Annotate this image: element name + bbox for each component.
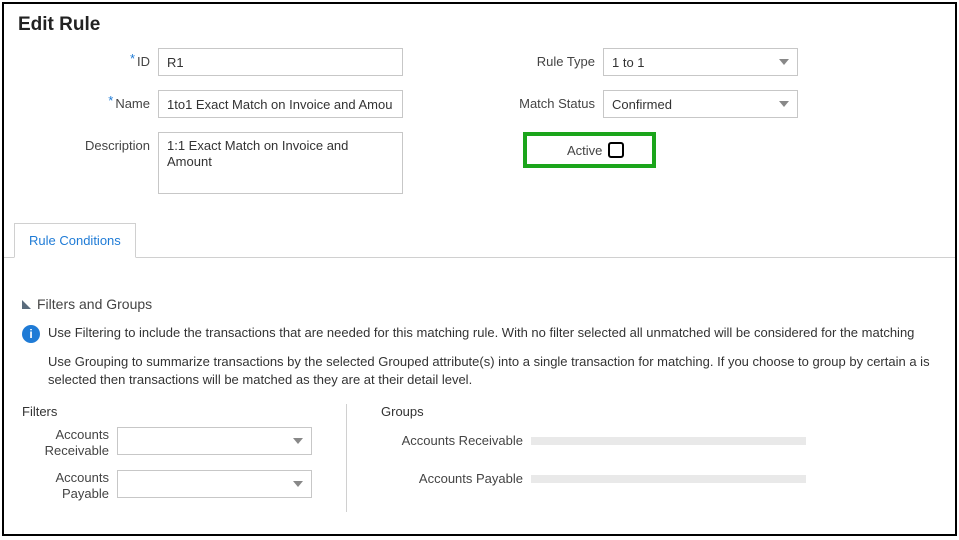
group-ap-field[interactable] xyxy=(531,475,806,483)
tab-rule-conditions[interactable]: Rule Conditions xyxy=(14,223,136,258)
chevron-down-icon xyxy=(779,59,789,65)
filter-ar-label: Accounts Receivable xyxy=(22,427,117,460)
info-icon: i xyxy=(22,325,40,343)
id-label: *ID xyxy=(18,48,158,76)
description-input[interactable]: 1:1 Exact Match on Invoice and Amount xyxy=(158,132,403,194)
group-ar-label: Accounts Receivable xyxy=(381,427,531,455)
group-ar-field[interactable] xyxy=(531,437,806,445)
collapse-icon[interactable] xyxy=(22,300,31,309)
chevron-down-icon xyxy=(293,481,303,487)
description-label: Description xyxy=(18,132,158,160)
info-text-grouping: Use Grouping to summarize transactions b… xyxy=(22,353,937,388)
filter-ar-select[interactable] xyxy=(117,427,312,455)
name-input[interactable] xyxy=(158,90,403,118)
active-highlight: Active xyxy=(523,132,656,168)
filter-ap-select[interactable] xyxy=(117,470,312,498)
id-input[interactable] xyxy=(158,48,403,76)
filters-heading: Filters xyxy=(22,404,312,419)
chevron-down-icon xyxy=(293,438,303,444)
page-title: Edit Rule xyxy=(4,4,955,40)
rule-type-value: 1 to 1 xyxy=(612,55,645,70)
filter-ap-label: Accounts Payable xyxy=(22,470,117,503)
active-label: Active xyxy=(567,143,608,158)
match-status-select[interactable]: Confirmed xyxy=(603,90,798,118)
match-status-value: Confirmed xyxy=(612,97,672,112)
active-checkbox[interactable] xyxy=(608,142,624,158)
groups-heading: Groups xyxy=(381,404,806,419)
filters-groups-heading: Filters and Groups xyxy=(22,296,937,312)
chevron-down-icon xyxy=(779,101,789,107)
group-ap-label: Accounts Payable xyxy=(381,465,531,493)
info-text-filtering: Use Filtering to include the transaction… xyxy=(48,324,914,342)
rule-type-label: Rule Type xyxy=(493,48,603,76)
match-status-label: Match Status xyxy=(493,90,603,118)
rule-type-select[interactable]: 1 to 1 xyxy=(603,48,798,76)
name-label: *Name xyxy=(18,90,158,118)
